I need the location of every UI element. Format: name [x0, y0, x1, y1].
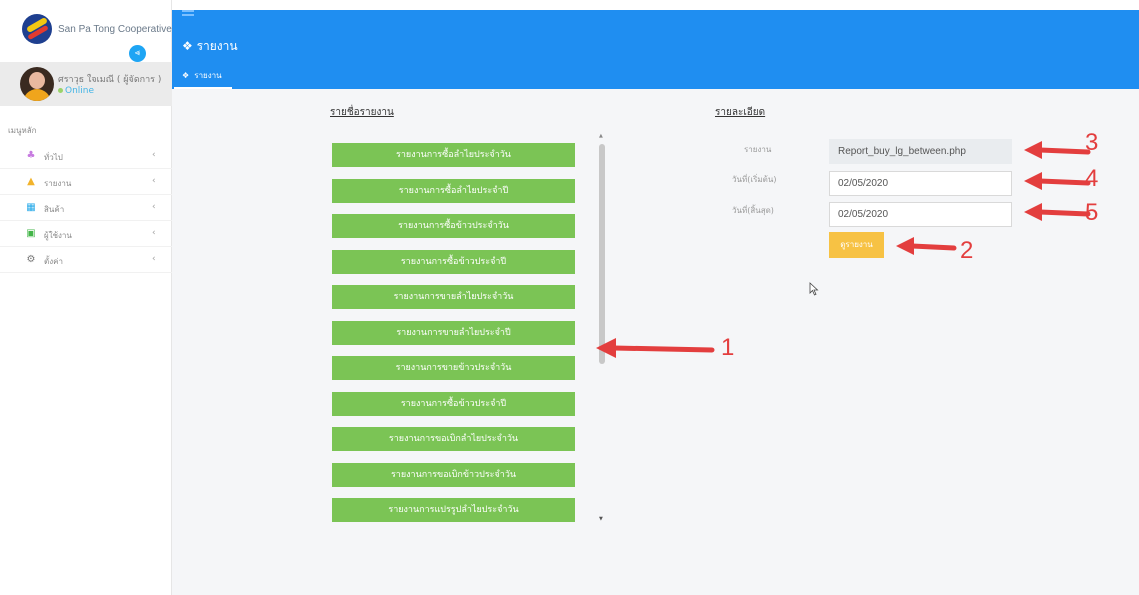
cooperative-logo-icon	[22, 14, 52, 44]
avatar	[20, 67, 54, 101]
annotation-number-1: 1	[721, 334, 735, 361]
sidebar-menu: ♣ ทั่วไป ‹ ▲ รายงาน ‹ ▦ สินค้า ‹ ▣ ผู้ใช…	[0, 143, 172, 273]
annotation-number-4: 4	[1085, 165, 1099, 192]
annotation-number-3: 3	[1085, 129, 1099, 156]
report-field-label: รายงาน	[744, 145, 772, 154]
scroll-thumb[interactable]	[599, 144, 605, 364]
sidebar-item-settings[interactable]: ⚙ ตั้งค่า ‹	[0, 247, 172, 273]
sidebar-item-label: ตั้งค่า	[44, 257, 63, 266]
sidebar-item-label: ทั่วไป	[44, 153, 63, 162]
end-date-field[interactable]: 02/05/2020	[829, 202, 1012, 227]
chevron-left-icon: ‹	[152, 228, 156, 238]
report-header-icon: ❖	[182, 39, 193, 53]
share-icon[interactable]: ⪡	[129, 45, 146, 62]
users-icon: ▣	[26, 228, 36, 239]
report-button[interactable]: รายงานการขอเบิกข้าวประจำวัน	[332, 462, 575, 487]
annotation-number-2: 2	[960, 237, 974, 264]
report-button[interactable]: รายงานการซื้อลำไยประจำวัน	[332, 143, 575, 167]
end-date-label: วันที่(สิ้นสุด)	[732, 206, 774, 215]
annotation-arrow-1-icon	[596, 338, 715, 358]
online-dot-icon	[58, 88, 63, 93]
annotation-arrow-5-icon	[1024, 203, 1091, 221]
mouse-cursor-icon	[809, 282, 819, 296]
chevron-left-icon: ‹	[152, 150, 156, 160]
brand-name: San Pa Tong Cooperative	[58, 24, 172, 35]
report-button[interactable]: รายงานการซื้อลำไยประจำปี	[332, 178, 575, 203]
report-icon: ▲	[27, 176, 35, 187]
sidebar-item-users[interactable]: ▣ ผู้ใช้งาน ‹	[0, 221, 172, 247]
start-date-field[interactable]: 02/05/2020	[829, 171, 1012, 196]
hamburger-menu-icon[interactable]	[182, 10, 194, 19]
report-file-field: Report_buy_lg_between.php	[829, 139, 1012, 164]
report-button[interactable]: รายงานการขอเบิกลำไยประจำวัน	[332, 427, 575, 451]
menu-header: เมนูหลัก	[8, 126, 37, 135]
user-status: Online	[58, 86, 94, 96]
report-list: รายงานการซื้อลำไยประจำวัน รายงานการซื้อล…	[332, 143, 578, 534]
tab-report[interactable]: ❖ รายงาน	[174, 65, 232, 89]
annotation-arrow-3-icon	[1024, 141, 1091, 159]
main-content: รายชื่อรายงาน รายงานการซื้อลำไยประจำวัน …	[172, 89, 1139, 595]
user-panel: ศราวุธ ใจเมณี ( ผู้จัดการ ) Online	[0, 62, 172, 106]
details-title: รายละเอียด	[715, 107, 766, 118]
chevron-left-icon: ‹	[152, 176, 156, 186]
sidebar: San Pa Tong Cooperative ⪡ ศราวุธ ใจเมณี …	[0, 0, 172, 595]
product-icon: ▦	[26, 202, 36, 213]
sidebar-item-label: รายงาน	[44, 179, 72, 188]
report-button[interactable]: รายงานการซื้อข้าวประจำปี	[332, 249, 575, 274]
sidebar-item-product[interactable]: ▦ สินค้า ‹	[0, 195, 172, 221]
view-report-button[interactable]: ดูรายงาน	[829, 232, 884, 258]
chevron-left-icon: ‹	[152, 202, 156, 212]
sidebar-item-report[interactable]: ▲ รายงาน ‹	[0, 169, 172, 195]
start-date-label: วันที่(เริ่มต้น)	[732, 175, 777, 184]
report-list-title: รายชื่อรายงาน	[330, 107, 394, 118]
page-title: ❖ รายงาน	[182, 37, 238, 56]
sidebar-item-label: ผู้ใช้งาน	[44, 231, 72, 240]
report-button[interactable]: รายงานการซื้อข้าวประจำปี	[332, 391, 575, 416]
report-button[interactable]: รายงานการขายข้าวประจำวัน	[332, 356, 575, 380]
scroll-up-icon[interactable]: ▲	[599, 133, 603, 139]
page-title-text: รายงาน	[196, 39, 238, 53]
gear-icon: ⚙	[26, 254, 36, 265]
chevron-left-icon: ‹	[152, 254, 156, 264]
report-button[interactable]: รายงานการขายลำไยประจำวัน	[332, 285, 575, 309]
scroll-down-icon[interactable]: ▼	[599, 516, 603, 522]
general-icon: ♣	[26, 150, 36, 161]
annotation-arrow-4-icon	[1024, 172, 1091, 190]
top-header: ❖ รายงาน ❖ รายงาน	[172, 10, 1139, 89]
report-button[interactable]: รายงานการแปรรูปลำไยประจำวัน	[332, 498, 575, 522]
report-tab-icon: ❖	[182, 71, 190, 80]
report-list-scrollbar[interactable]: ▲ ▼	[597, 133, 607, 524]
sidebar-item-general[interactable]: ♣ ทั่วไป ‹	[0, 143, 172, 169]
user-name: ศราวุธ ใจเมณี ( ผู้จัดการ )	[58, 75, 162, 85]
brand[interactable]: San Pa Tong Cooperative	[22, 14, 172, 46]
user-status-text: Online	[65, 86, 95, 96]
annotation-arrow-2-icon	[896, 237, 957, 255]
report-button[interactable]: รายงานการขายลำไยประจำปี	[332, 320, 575, 345]
annotation-number-5: 5	[1085, 199, 1099, 226]
tab-label: รายงาน	[194, 71, 222, 80]
sidebar-item-label: สินค้า	[44, 205, 65, 214]
report-button[interactable]: รายงานการซื้อข้าวประจำวัน	[332, 214, 575, 238]
